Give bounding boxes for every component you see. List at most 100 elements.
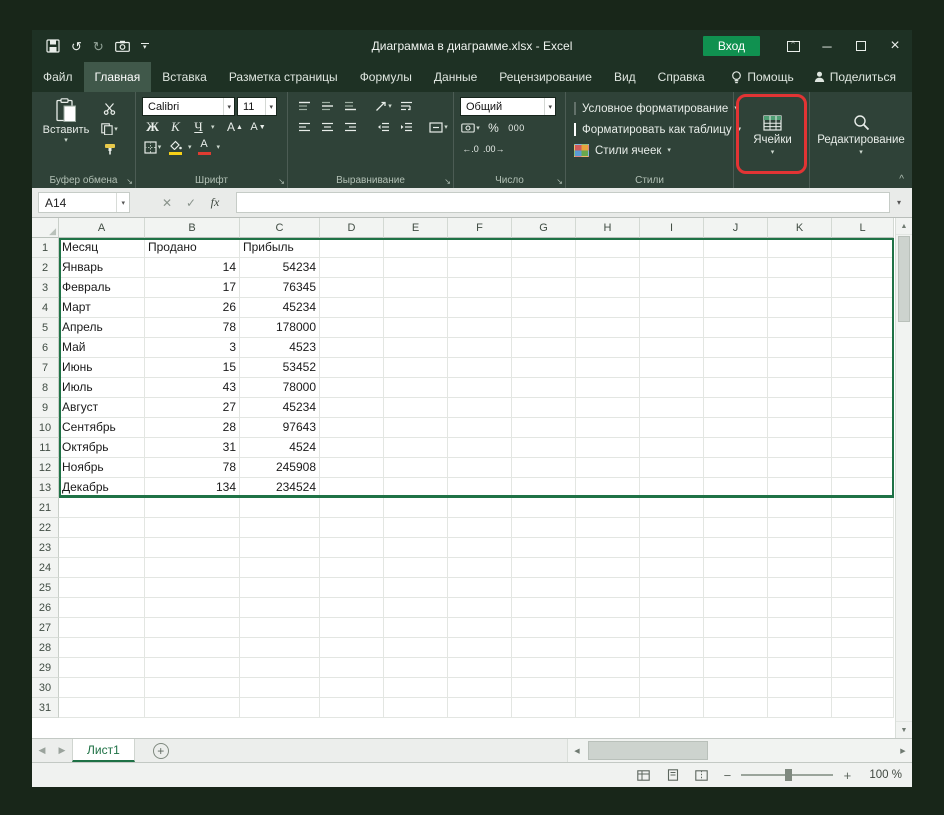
cell-L5[interactable] xyxy=(832,318,894,338)
column-header-D[interactable]: D xyxy=(320,218,384,238)
cell-J7[interactable] xyxy=(704,358,768,378)
cell-J10[interactable] xyxy=(704,418,768,438)
cell-E4[interactable] xyxy=(384,298,448,318)
row-header-28[interactable]: 28 xyxy=(32,638,59,658)
row-header-5[interactable]: 5 xyxy=(32,318,59,338)
cell-B3[interactable]: 17 xyxy=(145,278,240,298)
cell-E3[interactable] xyxy=(384,278,448,298)
cell-F25[interactable] xyxy=(448,578,512,598)
cell-K12[interactable] xyxy=(768,458,832,478)
cell-K26[interactable] xyxy=(768,598,832,618)
cell-D23[interactable] xyxy=(320,538,384,558)
cell-J29[interactable] xyxy=(704,658,768,678)
cell-K1[interactable] xyxy=(768,238,832,258)
cell-I2[interactable] xyxy=(640,258,704,278)
cell-J22[interactable] xyxy=(704,518,768,538)
align-right-icon[interactable] xyxy=(340,118,361,136)
cell-C23[interactable] xyxy=(240,538,320,558)
cell-D13[interactable] xyxy=(320,478,384,498)
borders-button[interactable]: ▾ xyxy=(142,138,163,156)
column-header-C[interactable]: C xyxy=(240,218,320,238)
copy-button[interactable]: ▾ xyxy=(99,120,120,138)
cell-J27[interactable] xyxy=(704,618,768,638)
cell-I12[interactable] xyxy=(640,458,704,478)
cell-H24[interactable] xyxy=(576,558,640,578)
cell-L7[interactable] xyxy=(832,358,894,378)
cell-A31[interactable] xyxy=(59,698,145,718)
row-header-11[interactable]: 11 xyxy=(32,438,59,458)
cell-B26[interactable] xyxy=(145,598,240,618)
row-header-2[interactable]: 2 xyxy=(32,258,59,278)
cell-D27[interactable] xyxy=(320,618,384,638)
cell-A8[interactable]: Июль xyxy=(59,378,145,398)
cell-H23[interactable] xyxy=(576,538,640,558)
cell-D28[interactable] xyxy=(320,638,384,658)
column-header-I[interactable]: I xyxy=(640,218,704,238)
cell-K24[interactable] xyxy=(768,558,832,578)
cell-B7[interactable]: 15 xyxy=(145,358,240,378)
row-header-30[interactable]: 30 xyxy=(32,678,59,698)
minimize-button[interactable]: ─ xyxy=(810,30,844,62)
cell-F24[interactable] xyxy=(448,558,512,578)
cell-C27[interactable] xyxy=(240,618,320,638)
cell-K30[interactable] xyxy=(768,678,832,698)
cell-K23[interactable] xyxy=(768,538,832,558)
cell-C11[interactable]: 4524 xyxy=(240,438,320,458)
vertical-scroll-thumb[interactable] xyxy=(898,236,910,322)
cell-A5[interactable]: Апрель xyxy=(59,318,145,338)
cell-D21[interactable] xyxy=(320,498,384,518)
cell-H25[interactable] xyxy=(576,578,640,598)
cell-F1[interactable] xyxy=(448,238,512,258)
cell-D6[interactable] xyxy=(320,338,384,358)
cell-D25[interactable] xyxy=(320,578,384,598)
bold-button[interactable]: Ж xyxy=(142,118,163,136)
cell-E1[interactable] xyxy=(384,238,448,258)
cell-C4[interactable]: 45234 xyxy=(240,298,320,318)
cell-K28[interactable] xyxy=(768,638,832,658)
cell-J8[interactable] xyxy=(704,378,768,398)
cell-A21[interactable] xyxy=(59,498,145,518)
tab-Данные[interactable]: Данные xyxy=(423,62,488,92)
cell-L25[interactable] xyxy=(832,578,894,598)
cell-C30[interactable] xyxy=(240,678,320,698)
cell-F26[interactable] xyxy=(448,598,512,618)
row-header-13[interactable]: 13 xyxy=(32,478,59,498)
cell-E7[interactable] xyxy=(384,358,448,378)
cell-H26[interactable] xyxy=(576,598,640,618)
row-header-12[interactable]: 12 xyxy=(32,458,59,478)
cell-A28[interactable] xyxy=(59,638,145,658)
cell-D31[interactable] xyxy=(320,698,384,718)
cell-K11[interactable] xyxy=(768,438,832,458)
cell-L23[interactable] xyxy=(832,538,894,558)
cell-I28[interactable] xyxy=(640,638,704,658)
cell-B11[interactable]: 31 xyxy=(145,438,240,458)
underline-dropdown-icon[interactable]: ▾ xyxy=(211,124,215,131)
sheet-tab[interactable]: Лист1 xyxy=(72,739,135,762)
cell-L2[interactable] xyxy=(832,258,894,278)
cell-G12[interactable] xyxy=(512,458,576,478)
cell-J24[interactable] xyxy=(704,558,768,578)
cell-E5[interactable] xyxy=(384,318,448,338)
cell-A4[interactable]: Март xyxy=(59,298,145,318)
cell-D24[interactable] xyxy=(320,558,384,578)
horizontal-scrollbar[interactable]: ◀ ▶ xyxy=(567,739,912,762)
tab-Рецензирование[interactable]: Рецензирование xyxy=(488,62,603,92)
increase-font-size-button[interactable]: А ▲ xyxy=(225,118,246,136)
cell-D7[interactable] xyxy=(320,358,384,378)
cell-I29[interactable] xyxy=(640,658,704,678)
cell-B21[interactable] xyxy=(145,498,240,518)
cell-J21[interactable] xyxy=(704,498,768,518)
cell-A30[interactable] xyxy=(59,678,145,698)
font-color-button[interactable]: А xyxy=(194,138,215,156)
cell-F31[interactable] xyxy=(448,698,512,718)
share-menu-item[interactable]: Поделиться xyxy=(814,70,896,84)
cell-L12[interactable] xyxy=(832,458,894,478)
cell-I9[interactable] xyxy=(640,398,704,418)
cell-D4[interactable] xyxy=(320,298,384,318)
cell-G29[interactable] xyxy=(512,658,576,678)
cell-G13[interactable] xyxy=(512,478,576,498)
vertical-scrollbar[interactable]: ▲ ▼ xyxy=(895,218,912,738)
cell-H1[interactable] xyxy=(576,238,640,258)
customize-qat-icon[interactable]: ▾ xyxy=(140,42,149,51)
next-sheet-icon[interactable]: ▶ xyxy=(52,739,72,762)
